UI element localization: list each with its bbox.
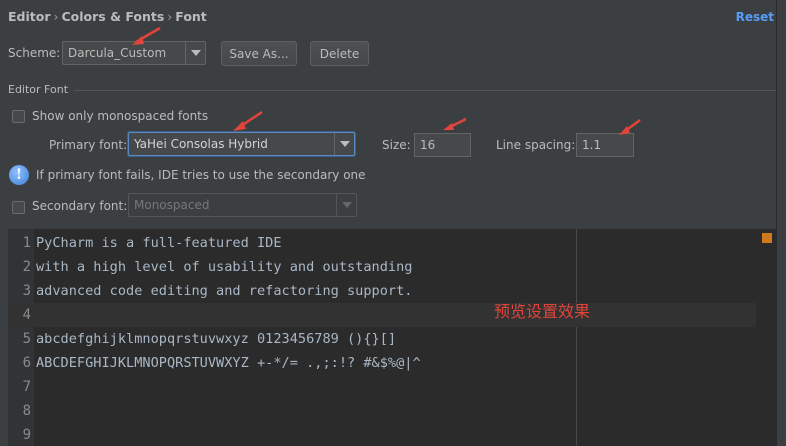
annotation-arrow-icon — [233, 110, 263, 131]
chevron-down-icon[interactable] — [334, 133, 354, 155]
preview-line: 6 ABCDEFGHIJKLMNOPQRSTUVWXYZ +-*/= .,;:!?… — [8, 351, 776, 375]
preview-line: 3 advanced code editing and refactoring s… — [8, 279, 776, 303]
line-number: 8 — [22, 403, 31, 419]
delete-button[interactable]: Delete — [310, 41, 369, 66]
section-divider — [74, 90, 778, 91]
scheme-label: Scheme: — [8, 46, 61, 60]
preview-line: 7 — [8, 375, 776, 399]
line-code: abcdefghijklmnopqrstuvwxyz 0123456789 ()… — [36, 331, 397, 347]
breadcrumb-item-font: Font — [175, 9, 207, 24]
primary-font-combobox[interactable]: YaHei Consolas Hybrid — [128, 132, 355, 156]
section-title-editor-font: Editor Font — [8, 83, 69, 96]
save-as-button[interactable]: Save As... — [221, 41, 297, 66]
line-number: 9 — [22, 427, 31, 443]
line-code: PyCharm is a full-featured IDE — [36, 235, 282, 251]
preview-line: 1 PyCharm is a full-featured IDE — [8, 231, 776, 255]
preview-line: 9 — [8, 423, 776, 446]
breadcrumb: Editor › Colors & Fonts › Font — [8, 9, 207, 24]
annotation-arrow-icon — [619, 119, 641, 135]
preview-line: 5 abcdefghijklmnopqrstuvwxyz 0123456789 (… — [8, 327, 776, 351]
line-number: 3 — [22, 283, 31, 299]
preview-annotation: 预览设置效果 — [494, 302, 591, 321]
font-preview-editor[interactable]: 1 PyCharm is a full-featured IDE 2 with a … — [8, 229, 776, 446]
chevron-down-icon[interactable] — [336, 194, 356, 216]
preview-line: 8 — [8, 399, 776, 423]
show-mono-checkbox[interactable] — [12, 110, 25, 123]
reset-link[interactable]: Reset — [736, 10, 774, 24]
breadcrumb-item-editor: Editor — [8, 9, 51, 24]
annotation-arrow-icon — [443, 117, 467, 130]
line-code: advanced code editing and refactoring su… — [36, 283, 413, 299]
annotation-arrow-icon — [132, 26, 161, 45]
breadcrumb-item-colors-fonts: Colors & Fonts — [61, 9, 165, 24]
secondary-font-value: Monospaced — [134, 198, 210, 212]
info-icon: ! — [9, 165, 29, 185]
scrollbar[interactable] — [776, 0, 786, 446]
line-number: 6 — [22, 355, 31, 371]
chevron-down-icon[interactable] — [185, 42, 205, 64]
breadcrumb-separator: › — [167, 9, 173, 24]
secondary-font-label: Secondary font: — [32, 199, 128, 213]
line-number: 1 — [22, 235, 31, 251]
primary-font-value: YaHei Consolas Hybrid — [134, 137, 268, 151]
line-spacing-label: Line spacing: — [496, 138, 576, 152]
secondary-font-combobox[interactable]: Monospaced — [128, 193, 357, 217]
preview-line: 2 with a high level of usability and outs… — [8, 255, 776, 279]
info-text: If primary font fails, IDE tries to use … — [36, 168, 366, 182]
line-code: with a high level of usability and outst… — [36, 259, 413, 275]
primary-font-label: Primary font: — [49, 138, 128, 152]
line-number: 4 — [22, 307, 31, 323]
breadcrumb-separator: › — [53, 9, 59, 24]
scheme-value: Darcula_Custom — [68, 46, 167, 60]
preview-line-current: 4 — [8, 303, 756, 327]
line-number: 7 — [22, 379, 31, 395]
line-code: ABCDEFGHIJKLMNOPQRSTUVWXYZ +-*/= .,;:!? … — [36, 355, 421, 371]
size-label: Size: — [382, 138, 411, 152]
show-mono-label: Show only monospaced fonts — [32, 109, 209, 123]
line-number: 5 — [22, 331, 31, 347]
line-number: 2 — [22, 259, 31, 275]
secondary-font-checkbox[interactable] — [12, 201, 25, 214]
size-input[interactable]: 16 — [414, 133, 471, 157]
